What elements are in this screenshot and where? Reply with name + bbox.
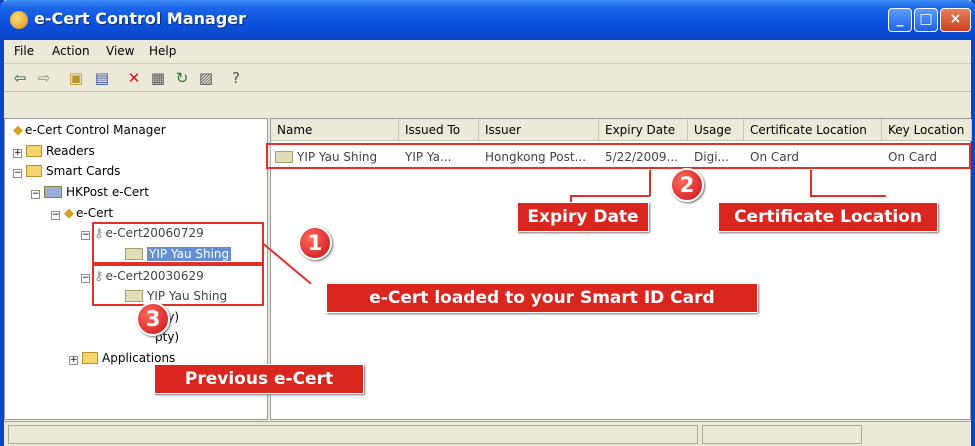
highlight-previous-ecert <box>92 264 264 306</box>
menu-view[interactable]: View <box>106 44 134 58</box>
column-header-expiry-date[interactable]: Expiry Date <box>599 119 688 141</box>
callout-certificate-location: Certificate Location <box>718 202 938 232</box>
ecert-icon: ◆ <box>13 123 23 138</box>
expiry-bracket-stem <box>649 170 651 196</box>
help-icon[interactable]: ? <box>226 68 246 88</box>
menu-action[interactable]: Action <box>52 44 90 58</box>
tree-item-smart-cards[interactable]: − Smart Cards <box>13 164 120 178</box>
menu-help[interactable]: Help <box>149 44 176 58</box>
toolbar: ⇦ ⇨ ▣ ▤ ✕ ▦ ↻ ▨ ? <box>4 64 971 92</box>
tree-item-ecert[interactable]: − ◆ e-Cert <box>51 206 113 221</box>
app-window: e-Cert Control Manager _ □ × File Action… <box>0 0 975 446</box>
column-header-certificate-location[interactable]: Certificate Location <box>744 119 882 141</box>
step-marker-2: 2 <box>670 168 704 202</box>
callout-previous-ecert: Previous e-Cert <box>154 364 364 394</box>
folder-icon <box>26 165 42 177</box>
window-title: e-Cert Control Manager <box>34 9 247 28</box>
status-bar <box>4 421 971 446</box>
title-bar[interactable]: e-Cert Control Manager _ □ × <box>0 0 975 40</box>
tree-root[interactable]: ◆ e-Cert Control Manager <box>13 123 166 138</box>
ecert-icon <box>10 11 28 29</box>
properties-icon[interactable]: ▦ <box>148 68 168 88</box>
collapse-icon[interactable]: − <box>13 169 22 178</box>
tree-item-label: Readers <box>46 144 95 158</box>
export-icon[interactable]: ▨ <box>196 68 216 88</box>
expand-icon[interactable]: + <box>69 356 78 365</box>
highlight-row <box>266 143 971 169</box>
callout-ecert-loaded: e-Cert loaded to your Smart ID Card <box>326 283 758 313</box>
delete-icon[interactable]: ✕ <box>124 68 144 88</box>
certloc-bracket-stem <box>810 170 812 196</box>
column-header-usage[interactable]: Usage <box>688 119 744 141</box>
callout-expiry-date: Expiry Date <box>517 202 649 232</box>
tree-item-readers[interactable]: + Readers <box>13 144 95 158</box>
highlight-current-ecert <box>92 222 264 264</box>
menu-file[interactable]: File <box>14 44 34 58</box>
close-button[interactable]: × <box>940 8 971 32</box>
column-header-name[interactable]: Name <box>271 119 399 141</box>
tree-item-hkpost[interactable]: − HKPost e-Cert <box>31 185 149 199</box>
up-folder-icon[interactable]: ▣ <box>66 68 86 88</box>
show-tree-icon[interactable]: ▤ <box>92 68 112 88</box>
column-header-issued-to[interactable]: Issued To <box>399 119 479 141</box>
tree-item-label: HKPost e-Cert <box>66 185 149 199</box>
card-icon <box>44 186 62 198</box>
ecert-icon: ◆ <box>64 206 74 221</box>
column-header-key-location[interactable]: Key Location <box>882 119 972 141</box>
expiry-bracket-line <box>570 195 650 197</box>
tree-item-applications[interactable]: + Applications <box>69 351 175 365</box>
status-panel-main <box>8 425 698 444</box>
tree-root-label: e-Cert Control Manager <box>25 123 166 137</box>
folder-icon <box>26 145 42 157</box>
certloc-bracket-line <box>810 195 886 197</box>
expand-icon[interactable]: + <box>13 149 22 158</box>
back-icon[interactable]: ⇦ <box>10 68 30 88</box>
collapse-icon[interactable]: − <box>51 211 60 220</box>
column-header-issuer[interactable]: Issuer <box>479 119 599 141</box>
step-marker-3: 3 <box>136 302 170 336</box>
maximize-button[interactable]: □ <box>914 8 938 32</box>
collapse-icon[interactable]: − <box>81 274 90 283</box>
step-marker-1: 1 <box>298 226 332 260</box>
collapse-icon[interactable]: − <box>31 190 40 199</box>
menu-bar: File Action View Help <box>4 40 971 64</box>
collapse-icon[interactable]: − <box>81 231 90 240</box>
tree-item-label: Smart Cards <box>46 164 121 178</box>
folder-icon <box>82 352 98 364</box>
forward-icon[interactable]: ⇨ <box>34 68 54 88</box>
tree-item-label: e-Cert <box>76 206 114 220</box>
tree-item-label: Applications <box>102 351 176 365</box>
refresh-icon[interactable]: ↻ <box>172 68 192 88</box>
status-panel-secondary <box>702 425 862 444</box>
minimize-button[interactable]: _ <box>888 8 912 32</box>
